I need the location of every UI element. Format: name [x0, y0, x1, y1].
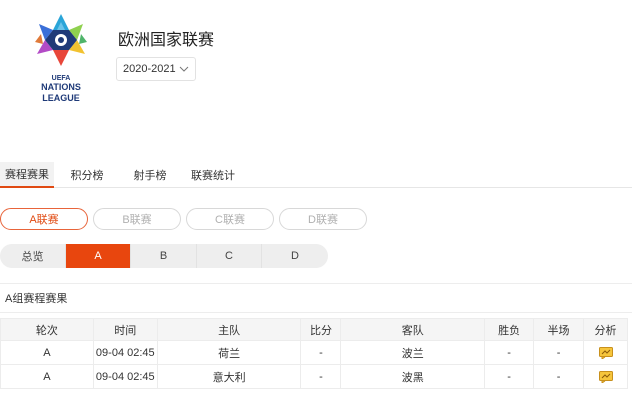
- tab-league-stats[interactable]: 联赛统计: [180, 162, 246, 188]
- table-row: A 09-04 02:45 意大利 - 波黑 - -: [0, 364, 628, 389]
- table-header-row: 轮次 时间 主队 比分 客队 胜负 半场 分析: [0, 318, 628, 341]
- cell-round: A: [0, 364, 94, 389]
- chevron-down-icon: [179, 66, 189, 72]
- header-result: 胜负: [484, 318, 535, 341]
- cell-half-time: -: [533, 364, 584, 389]
- cell-result: -: [484, 364, 535, 389]
- cell-score: -: [300, 340, 342, 365]
- logo-text-league: LEAGUE: [42, 93, 80, 103]
- table-row: A 09-04 02:45 荷兰 - 波兰 - -: [0, 340, 628, 365]
- logo-text-uefa: UEFA: [52, 75, 71, 82]
- tab-schedule-results[interactable]: 赛程赛果: [0, 162, 54, 188]
- uefa-nations-league-logo: UEFA NATIONS LEAGUE: [35, 14, 87, 103]
- section-title: A组赛程赛果: [0, 283, 632, 313]
- pill-league-b[interactable]: B联赛: [93, 208, 181, 230]
- group-b[interactable]: B: [131, 244, 197, 268]
- analysis-icon[interactable]: [598, 370, 613, 383]
- season-select-value: 2020-2021: [123, 63, 176, 75]
- cell-score: -: [300, 364, 342, 389]
- fixtures-table: 轮次 时间 主队 比分 客队 胜负 半场 分析 A 09-04 02:45 荷兰…: [0, 318, 628, 389]
- cell-analysis: [583, 364, 628, 389]
- pill-league-d[interactable]: D联赛: [279, 208, 367, 230]
- group-selector: 总览 A B C D: [0, 244, 328, 268]
- league-division-pills: A联赛 B联赛 C联赛 D联赛: [0, 208, 372, 230]
- season-select[interactable]: 2020-2021: [116, 57, 196, 81]
- pill-league-a[interactable]: A联赛: [0, 208, 88, 230]
- header-time: 时间: [92, 318, 158, 341]
- header-half-time: 半场: [533, 318, 584, 341]
- pill-league-c[interactable]: C联赛: [186, 208, 274, 230]
- main-tabs: 赛程赛果 积分榜 射手榜 联赛统计: [0, 162, 632, 188]
- cell-result: -: [484, 340, 535, 365]
- cell-round: A: [0, 340, 94, 365]
- analysis-icon[interactable]: [598, 346, 613, 359]
- league-title: 欧洲国家联赛: [118, 32, 215, 49]
- cell-away-team[interactable]: 波兰: [340, 340, 486, 365]
- cell-away-team[interactable]: 波黑: [340, 364, 486, 389]
- cell-home-team[interactable]: 意大利: [156, 364, 302, 389]
- cell-home-team[interactable]: 荷兰: [156, 340, 302, 365]
- group-c[interactable]: C: [197, 244, 262, 268]
- logo-text-nations: NATIONS: [41, 82, 81, 92]
- cell-half-time: -: [533, 340, 584, 365]
- group-overview[interactable]: 总览: [0, 244, 66, 268]
- group-d[interactable]: D: [262, 244, 328, 268]
- header-score: 比分: [300, 318, 342, 341]
- cell-time: 09-04 02:45: [92, 340, 158, 365]
- cell-analysis: [583, 340, 628, 365]
- header-home-team: 主队: [156, 318, 302, 341]
- header-away-team: 客队: [340, 318, 486, 341]
- tab-standings[interactable]: 积分榜: [54, 162, 120, 188]
- header-analysis: 分析: [583, 318, 628, 341]
- tab-top-scorers[interactable]: 射手榜: [120, 162, 180, 188]
- cell-time: 09-04 02:45: [92, 364, 158, 389]
- header-round: 轮次: [0, 318, 94, 341]
- group-a[interactable]: A: [66, 244, 131, 268]
